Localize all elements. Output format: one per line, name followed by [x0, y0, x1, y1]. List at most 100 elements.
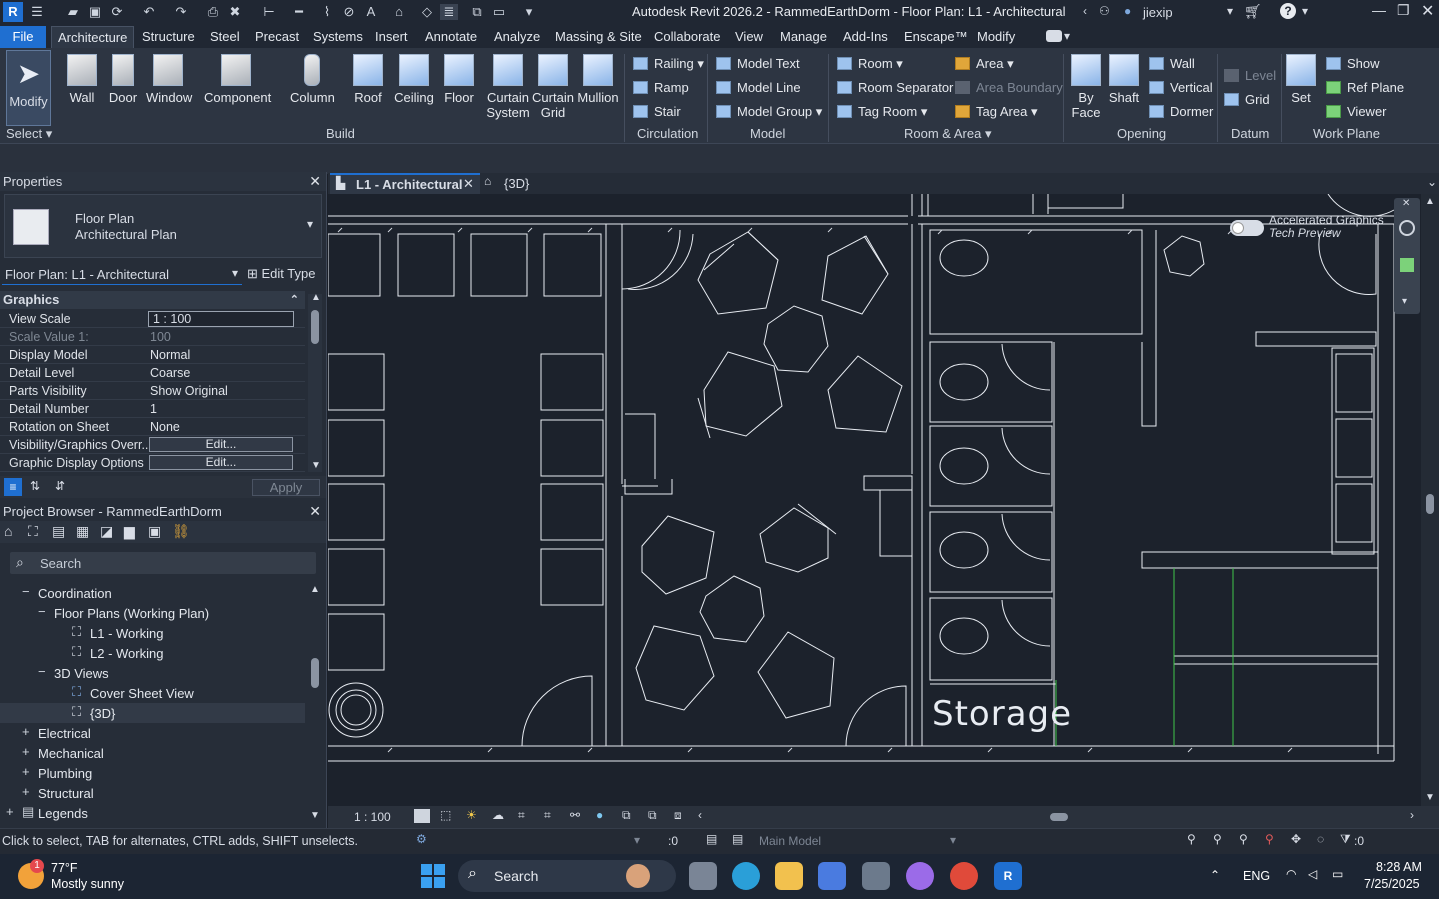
tabs-menu-icon[interactable]: ⌄	[1427, 175, 1437, 189]
curtain-system-button[interactable]: Curtain System	[486, 54, 530, 120]
task-view-icon[interactable]	[689, 862, 717, 890]
zoom-icon[interactable]	[1400, 258, 1414, 272]
design-options-icon[interactable]: ▤	[706, 832, 717, 846]
level-button[interactable]: Level	[1224, 68, 1276, 83]
store-icon[interactable]	[818, 862, 846, 890]
graphic-display-edit-button[interactable]: Edit...	[149, 455, 293, 470]
tree-l2-working[interactable]: L2 - Working	[90, 646, 163, 661]
text-icon[interactable]: A	[362, 4, 380, 20]
scroll-thumb[interactable]	[311, 658, 319, 688]
canvas-vertical-scrollbar[interactable]: ▲ ▼	[1421, 194, 1439, 806]
help-dropdown-icon[interactable]: ▾	[1302, 4, 1308, 18]
ribbon-toggle-dropdown-icon[interactable]: ▾	[1064, 29, 1070, 43]
prop-row-view-scale[interactable]: View Scale 1 : 100	[0, 310, 305, 328]
select-underlay-icon[interactable]: ⚲	[1213, 832, 1222, 846]
view-scale-input[interactable]: 1 : 100	[148, 311, 294, 327]
redo-icon[interactable]: ↷	[172, 4, 190, 20]
tab-collaborate[interactable]: Collaborate	[654, 29, 721, 44]
type-dropdown-icon[interactable]: ▾	[307, 217, 313, 231]
view-tab-close-icon[interactable]: ✕	[463, 176, 474, 192]
open-icon[interactable]: ▰	[64, 4, 82, 20]
tag-area-button[interactable]: Tag Area ▾	[955, 104, 1037, 120]
drag-elements-icon[interactable]: ✥	[1291, 832, 1301, 846]
minimize-icon[interactable]: —	[1372, 2, 1386, 18]
component-button[interactable]: Component	[204, 54, 271, 105]
user-dropdown-icon[interactable]: ▾	[1227, 4, 1233, 18]
file-explorer-icon[interactable]	[775, 862, 803, 890]
type-selector[interactable]: Floor Plan Architectural Plan ▾	[4, 194, 322, 258]
detail-level-icon[interactable]	[414, 809, 430, 823]
browser-search[interactable]: ⌕ Search	[10, 552, 316, 574]
tab-manage[interactable]: Manage	[780, 29, 827, 44]
tree-3d-views[interactable]: 3D Views	[54, 666, 109, 681]
binoculars-icon[interactable]: ⚇	[1099, 4, 1110, 18]
clock-time[interactable]: 8:28 AM	[1376, 860, 1422, 874]
user-icon[interactable]: ●	[1124, 4, 1131, 18]
prop-row-display-model[interactable]: Display Model Normal	[0, 346, 305, 364]
model-dropdown-icon[interactable]: ▾	[950, 833, 956, 847]
tab-precast[interactable]: Precast	[255, 29, 299, 44]
worksharing-icon[interactable]: ⚙	[416, 832, 427, 846]
view-scale[interactable]: 1 : 100	[354, 810, 391, 824]
temp-hide-icon[interactable]: ●	[596, 808, 603, 822]
window-button[interactable]: Window	[146, 54, 192, 105]
properties-scrollbar[interactable]: ▲ ▼	[308, 292, 322, 472]
tree-mechanical[interactable]: Mechanical	[38, 746, 104, 761]
unlock-3d-icon[interactable]: ⚯	[570, 808, 580, 822]
scroll-right-icon[interactable]: ›	[1410, 808, 1414, 822]
ceiling-button[interactable]: Ceiling	[394, 54, 434, 105]
save-icon[interactable]: ▣	[86, 4, 104, 20]
prop-row-rotation-on-sheet[interactable]: Rotation on Sheet None	[0, 418, 305, 436]
design-options-icon[interactable]: ▤	[732, 832, 743, 846]
tab-massing-site[interactable]: Massing & Site	[555, 29, 642, 44]
railing-button[interactable]: Railing ▾	[633, 56, 704, 72]
main-model-selector[interactable]: Main Model	[759, 834, 821, 848]
roof-button[interactable]: Roof	[352, 54, 384, 105]
view-tab-3d[interactable]: ⌂ {3D}	[480, 173, 540, 194]
column-button[interactable]: Column	[290, 54, 335, 105]
weather-widget[interactable]: 1 77°F Mostly sunny	[18, 859, 138, 893]
scroll-up-icon[interactable]: ▲	[1425, 196, 1435, 207]
scroll-down-icon[interactable]: ▼	[310, 810, 320, 821]
browser-scrollbar[interactable]: ▲ ▼	[308, 584, 322, 824]
steering-wheel-icon[interactable]	[1399, 220, 1415, 236]
sun-path-icon[interactable]: ☀	[466, 808, 477, 822]
tab-add-ins[interactable]: Add-Ins	[843, 29, 888, 44]
dimension-icon[interactable]: ━	[290, 4, 308, 20]
3d-view-icon[interactable]: ⌂	[390, 4, 408, 20]
tab-view[interactable]: View	[735, 29, 763, 44]
qat-dropdown-icon[interactable]: ▾	[520, 4, 538, 20]
wall-button[interactable]: Wall	[66, 54, 98, 105]
navbar-close-icon[interactable]: ✕	[1402, 198, 1410, 209]
mullion-button[interactable]: Mullion	[576, 54, 620, 105]
scroll-down-icon[interactable]: ▼	[1425, 792, 1435, 803]
categorized-icon[interactable]: ≡	[4, 478, 22, 496]
curtain-grid-button[interactable]: Curtain Grid	[532, 54, 574, 120]
volume-icon[interactable]: ◁	[1308, 867, 1317, 881]
model-group-button[interactable]: Model Group ▾	[716, 104, 822, 120]
show-button[interactable]: Show	[1326, 56, 1380, 71]
tree-l1-working[interactable]: L1 - Working	[90, 626, 163, 641]
select-pinned-icon[interactable]: ⚲	[1239, 832, 1248, 846]
select-links-icon[interactable]: ⚲	[1187, 832, 1196, 846]
floor-button[interactable]: Floor	[443, 54, 475, 105]
tree-cover-sheet-view[interactable]: Cover Sheet View	[90, 686, 194, 701]
visual-style-icon[interactable]: ⬚	[440, 808, 451, 822]
show-hidden-icons[interactable]: ⌃	[1210, 868, 1220, 882]
sort-descending-icon[interactable]: ⇵	[55, 479, 65, 493]
edit-type-button[interactable]: ⊞ Edit Type	[247, 266, 315, 282]
select-panel-label[interactable]: Select ▾	[6, 126, 52, 142]
taskbar-search[interactable]: ⌕ Search	[458, 860, 676, 892]
scroll-thumb[interactable]	[311, 310, 319, 344]
sort-ascending-icon[interactable]: ⇅	[30, 479, 40, 493]
browser-close-icon[interactable]: ✕	[309, 502, 321, 521]
groups-icon[interactable]: ▣	[148, 523, 161, 540]
viewer-button[interactable]: Viewer	[1326, 104, 1387, 119]
filter-icon[interactable]: ⧩	[1340, 832, 1351, 847]
instance-selector[interactable]: Floor Plan: L1 - Architectural ▾	[2, 265, 242, 285]
back-icon[interactable]: ‹	[1083, 4, 1087, 18]
menu-icon[interactable]: ☰	[28, 4, 46, 20]
tab-annotate[interactable]: Annotate	[425, 29, 477, 44]
ref-plane-button[interactable]: Ref Plane	[1326, 80, 1404, 95]
prop-row-detail-number[interactable]: Detail Number 1	[0, 400, 305, 418]
